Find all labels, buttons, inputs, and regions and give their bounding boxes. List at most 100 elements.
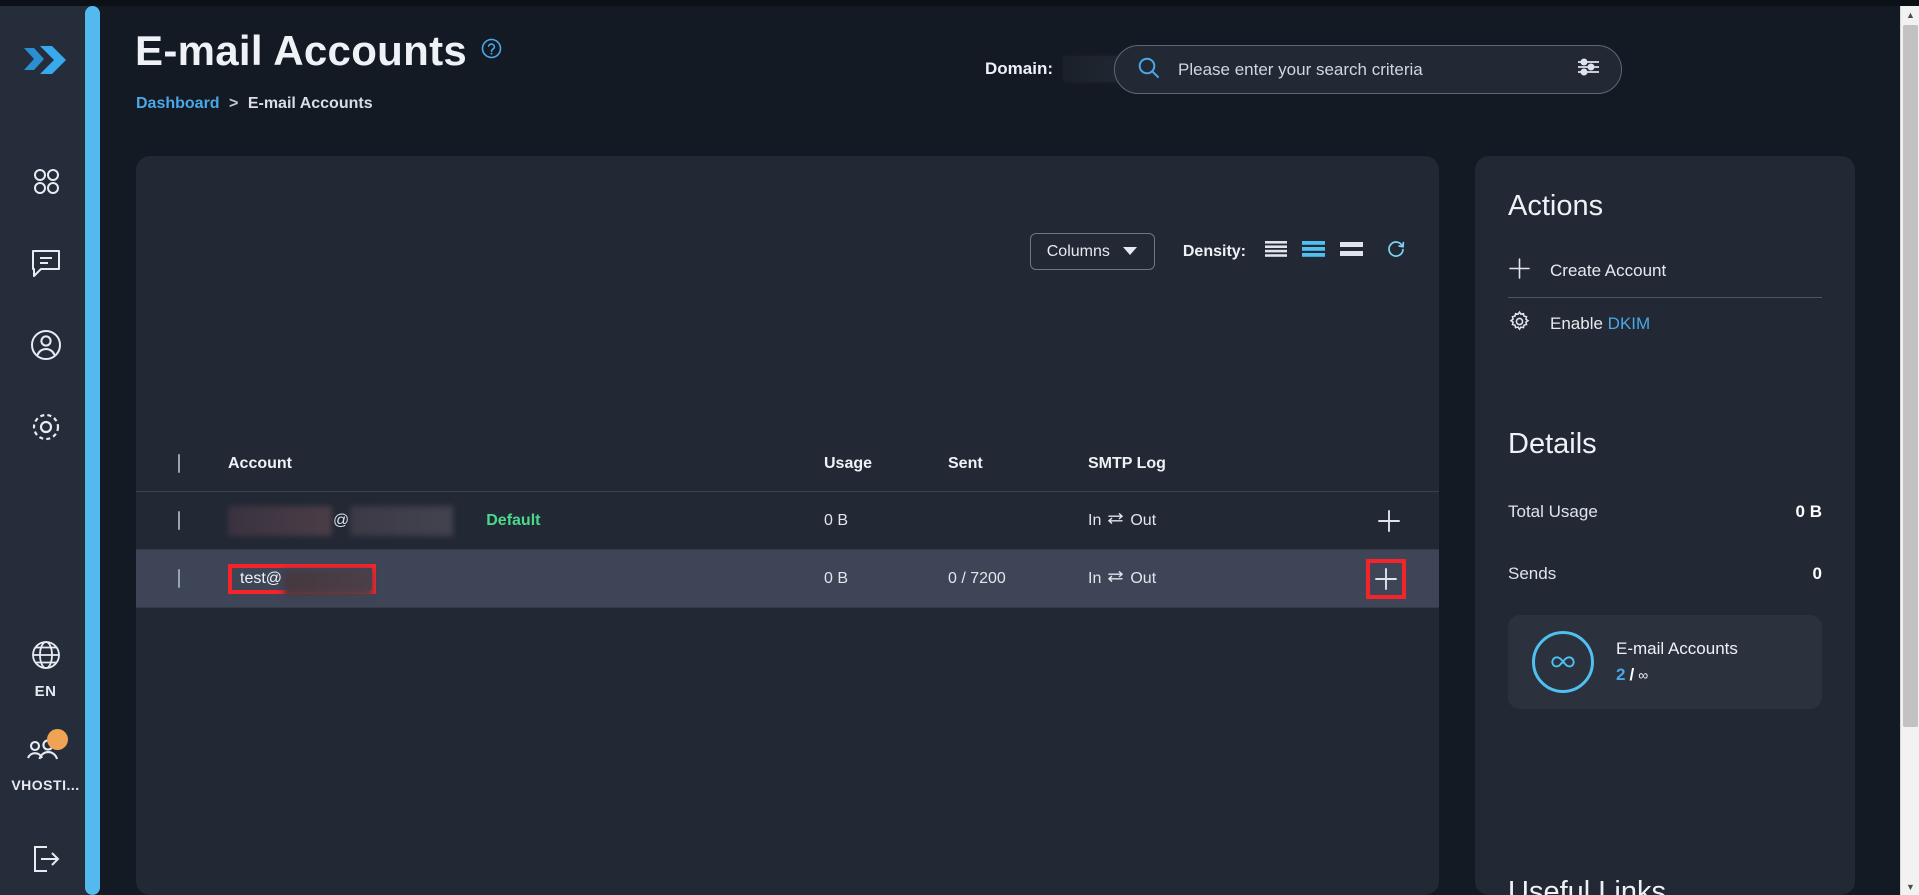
column-header-smtp-log[interactable]: SMTP Log [1088,455,1288,473]
select-all-checkbox-cell [178,453,228,473]
sidebar-item-logout[interactable] [18,823,74,895]
detail-value: 0 B [1795,502,1822,521]
page-title: E-mail Accounts [135,27,468,74]
sidebar-item-dashboard[interactable] [18,140,74,222]
browser-scrollbar[interactable]: ▲ ▼ [1900,6,1919,895]
row-checkbox-cell [178,510,228,530]
row-account-text: @ [333,511,350,529]
add-alias-button[interactable] [1366,558,1406,599]
account-highlight-box[interactable]: test@ [228,563,376,596]
accounts-table: Account Usage Sent SMTP Log @ Default 0 … [136,436,1439,608]
sidebar-item-messages[interactable] [18,222,74,304]
sidebar-nav [18,140,74,468]
chat-bubble-icon [28,246,64,280]
gear-icon [1508,310,1531,338]
actions-list: Create Account Enable DKIM [1475,245,1855,350]
sidebar-item-account[interactable]: VHOSTI... [11,729,80,793]
plus-icon [1508,257,1531,285]
create-account-action[interactable]: Create Account [1508,245,1822,297]
row-usage: 0 B [824,569,849,587]
row-select-checkbox[interactable] [178,510,180,530]
column-header-account[interactable]: Account [228,455,824,473]
smtp-in-label: In [1088,569,1102,587]
table-header-row: Account Usage Sent SMTP Log [136,436,1439,492]
refresh-icon[interactable] [1386,239,1406,264]
row-usage: 0 B [824,511,849,529]
account-label: VHOSTI... [11,777,80,793]
question-circle-icon[interactable] [481,38,502,64]
user-circle-icon [28,327,64,363]
table-row[interactable]: test@ 0 B 0 / 7200 In Out [136,550,1439,608]
infinity-icon [1532,631,1594,693]
create-account-label: Create Account [1550,261,1667,280]
row-smtp-log[interactable]: In Out [1088,512,1288,530]
detail-key: Sends [1508,564,1557,583]
email-accounts-quota-card: E-mail Accounts 2/∞ [1508,615,1822,709]
breadcrumb-current: E-mail Accounts [247,95,373,112]
account-redacted-domain [284,569,372,596]
detail-key: Total Usage [1508,502,1598,521]
row-select-checkbox[interactable] [178,568,180,588]
app-logo[interactable] [18,38,74,82]
right-side-panel: Actions Create Account Enable DKIM Detai… [1475,156,1855,895]
triangle-down-icon[interactable]: ▼ [1901,878,1919,895]
page-header: E-mail Accounts Dashboard > E-mail Accou… [100,6,1887,131]
breadcrumb-dashboard[interactable]: Dashboard [136,95,220,112]
app-root: EN VHOSTI... E-mail Accounts Dashboard >… [0,0,1919,895]
smtp-out-label: Out [1130,569,1157,587]
default-badge: Default [486,511,541,529]
gear-settings-icon [28,409,64,445]
smtp-in-label: In [1088,511,1102,529]
density-standard-icon[interactable] [1302,240,1325,263]
details-section: Details Total Usage 0 B Sends 0 E-mail A… [1475,428,1855,709]
table-row[interactable]: @ Default 0 B In Out [136,492,1439,550]
row-account-text: test@ [240,569,283,587]
language-label: EN [34,683,57,700]
page-title-row: E-mail Accounts [135,30,502,72]
density-compact-icon[interactable] [1265,240,1287,263]
quota-title: E-mail Accounts [1616,639,1738,658]
detail-sends: Sends 0 [1475,543,1855,605]
sidebar-item-settings[interactable] [18,386,74,468]
details-heading: Details [1508,428,1597,460]
row-sent: 0 / 7200 [948,569,1006,587]
density-comfortable-icon[interactable] [1340,240,1363,263]
detail-value: 0 [1812,564,1822,583]
detail-total-usage: Total Usage 0 B [1475,481,1855,543]
row-smtp-log[interactable]: In Out [1088,570,1288,588]
globe-icon [29,638,63,677]
left-sidebar: EN VHOSTI... [0,6,91,895]
scrollbar-thumb[interactable] [1903,25,1918,727]
row-action-cell [1288,558,1406,599]
double-chevron-logo-icon [23,46,66,74]
search-icon [1137,56,1160,84]
columns-button[interactable]: Columns [1029,233,1155,270]
sidebar-item-profile[interactable] [18,304,74,386]
add-alias-button[interactable] [1372,504,1406,538]
useful-links-heading: Useful Links [1508,876,1666,895]
column-header-usage[interactable]: Usage [824,455,948,473]
triangle-up-icon[interactable]: ▲ [1901,6,1919,23]
sliders-filter-icon[interactable] [1576,57,1601,82]
enable-dkim-action[interactable]: Enable DKIM [1508,298,1822,350]
account-redacted-right [350,505,454,536]
exchange-arrows-icon [1107,570,1124,588]
row-account-cell: @ Default [228,505,824,536]
row-checkbox-cell [178,568,228,588]
logout-icon [29,843,63,875]
account-redacted-left [228,505,332,536]
search-bar[interactable] [1114,45,1622,94]
accounts-table-card: Columns Density: Account Usage Sent SMTP… [136,156,1439,895]
column-header-sent[interactable]: Sent [948,455,1088,473]
actions-heading: Actions [1508,190,1604,222]
breadcrumb: Dashboard > E-mail Accounts [136,95,373,113]
density-label: Density: [1182,242,1246,260]
select-all-checkbox[interactable] [178,453,180,473]
sidebar-item-language[interactable]: EN [29,638,63,700]
search-input[interactable] [1178,59,1576,80]
row-action-cell [1288,504,1406,538]
breadcrumb-separator: > [229,95,239,112]
sidebar-scroll-indicator[interactable] [85,6,100,895]
users-icon [24,729,69,771]
smtp-out-label: Out [1130,511,1157,529]
